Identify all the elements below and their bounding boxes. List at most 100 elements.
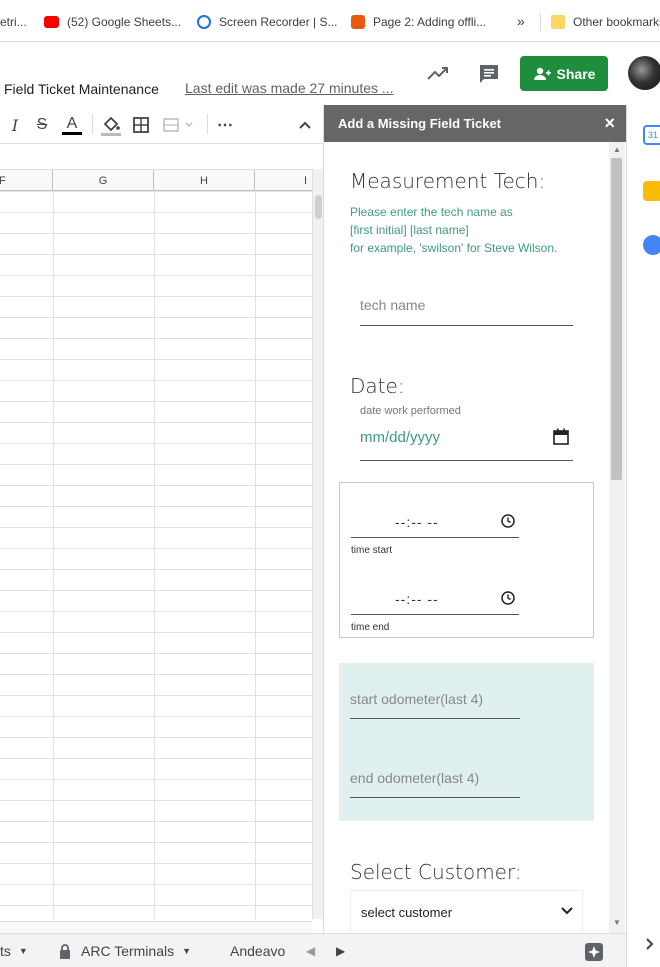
time-start-value: --:-- -- <box>395 514 439 530</box>
folder-icon <box>551 15 565 29</box>
time-end-value: --:-- -- <box>395 591 439 607</box>
divider <box>540 13 541 31</box>
strikethrough-button[interactable]: S <box>32 114 52 136</box>
bookmark-label: Screen Recorder | S... <box>219 15 338 29</box>
chevron-right-icon[interactable] <box>645 937 655 951</box>
add-person-icon <box>533 67 551 80</box>
merge-cells-icon[interactable] <box>162 114 196 136</box>
scroll-tabs-right-icon[interactable]: ▶ <box>336 934 345 967</box>
calendar-app-icon[interactable]: 31 <box>643 125 660 145</box>
add-field-ticket-sidebar: Add a Missing Field Ticket × Measurement… <box>323 105 627 933</box>
time-end-input[interactable]: --:-- -- <box>351 580 519 615</box>
help-text: for example, 'swilson' for Steve Wilson. <box>350 241 558 255</box>
keep-app-icon[interactable] <box>643 181 660 201</box>
more-bookmarks-button[interactable]: » <box>517 12 525 30</box>
document-title[interactable]: Field Ticket Maintenance <box>4 81 159 97</box>
sheet-tab[interactable]: ts ▼ <box>0 934 28 967</box>
spreadsheet-grid[interactable]: F G H I <box>0 169 312 919</box>
column-header-h[interactable]: H <box>154 170 255 192</box>
explore-icon[interactable] <box>585 943 603 961</box>
caret-down-icon: ▼ <box>18 946 28 956</box>
grid-horizontal-scrollbar[interactable] <box>0 921 312 933</box>
date-label: date work performed <box>360 405 461 417</box>
share-label: Share <box>556 65 596 82</box>
start-odometer-input[interactable]: start odometer(last 4) <box>350 683 520 719</box>
sheet-tab-label: ARC Terminals <box>81 943 175 959</box>
scrollbar-thumb[interactable] <box>611 158 622 480</box>
text-color-button[interactable]: A <box>61 114 83 136</box>
customer-select[interactable]: select customer <box>350 890 583 932</box>
column-header-f[interactable]: F <box>0 170 53 192</box>
bookmark-label: Other bookmarks <box>573 15 660 29</box>
other-bookmarks-folder[interactable]: Other bookmarks <box>551 13 660 31</box>
bookmark-item[interactable]: etri... <box>0 13 27 31</box>
grid-vertical-scrollbar[interactable] <box>312 169 323 919</box>
scroll-tabs-left-icon[interactable]: ◀ <box>306 934 315 967</box>
end-odometer-input[interactable]: end odometer(last 4) <box>350 762 520 798</box>
tech-name-input[interactable]: tech name <box>360 291 573 326</box>
time-range-group: --:-- -- time start --:-- -- time end <box>339 482 594 638</box>
lock-icon <box>60 943 70 959</box>
clock-icon[interactable] <box>501 591 515 605</box>
bookmark-item-page-2[interactable]: Page 2: Adding offli... <box>351 13 486 31</box>
odometer-group: start odometer(last 4) end odometer(last… <box>339 663 594 821</box>
scroll-down-icon[interactable]: ▼ <box>613 918 621 927</box>
sidebar-scrollbar[interactable]: ▲ ▼ <box>609 142 625 933</box>
bookmark-label: etri... <box>0 15 27 29</box>
gridline <box>53 191 54 919</box>
gridline <box>255 191 256 919</box>
sheet-tabs-bar: ts ▼ ARC Terminals ▼ Andeavo ◀ ▶ <box>0 933 626 967</box>
divider <box>207 114 208 134</box>
time-start-label: time start <box>351 545 393 556</box>
date-input[interactable]: mm/dd/yyyy <box>360 421 573 461</box>
text-color-swatch <box>62 131 82 135</box>
column-header-i[interactable]: I <box>255 170 312 192</box>
chevron-up-icon[interactable] <box>297 114 313 136</box>
time-start-input[interactable]: --:-- -- <box>351 503 519 538</box>
share-button[interactable]: Share <box>520 56 608 91</box>
youtube-icon <box>44 16 59 28</box>
close-icon[interactable]: × <box>604 114 615 132</box>
comment-icon[interactable] <box>477 62 501 86</box>
trending-up-icon[interactable] <box>426 62 450 86</box>
column-headers: F G H I <box>0 169 312 192</box>
customer-select-value: select customer <box>361 905 453 920</box>
scroll-up-icon[interactable]: ▲ <box>613 145 621 154</box>
sidebar-header: Add a Missing Field Ticket × <box>324 105 627 142</box>
borders-icon[interactable] <box>132 114 150 136</box>
select-customer-heading: Select Customer: <box>350 860 522 884</box>
side-panel-strip: 31 <box>626 105 660 967</box>
last-edit-link[interactable]: Last edit was made 27 minutes ... <box>185 80 394 96</box>
help-text: [first initial] [last name] <box>350 223 469 237</box>
italic-button[interactable]: I <box>5 114 25 136</box>
avatar[interactable] <box>628 56 660 90</box>
tasks-app-icon[interactable] <box>643 235 660 255</box>
gridline <box>154 191 155 919</box>
formatting-toolbar: I S A ⋯ <box>0 106 323 144</box>
scrollbar-thumb[interactable] <box>315 195 322 219</box>
calendar-icon[interactable] <box>553 428 569 445</box>
sheet-tab-label: ts <box>0 943 11 959</box>
bookmark-label: (52) Google Sheets... <box>67 15 182 29</box>
help-text: Please enter the tech name as <box>350 205 513 219</box>
sidebar-title: Add a Missing Field Ticket <box>338 116 502 131</box>
time-end-label: time end <box>351 622 390 633</box>
bookmarks-bar: etri... (52) Google Sheets... Screen Rec… <box>0 0 660 42</box>
fill-color-icon[interactable] <box>100 114 122 136</box>
record-icon <box>197 15 211 29</box>
bookmark-item-screen-recorder[interactable]: Screen Recorder | S... <box>197 13 338 31</box>
column-header-g[interactable]: G <box>53 170 154 192</box>
date-value: mm/dd/yyyy <box>360 429 441 446</box>
bookmark-item-google-sheets[interactable]: (52) Google Sheets... <box>44 13 181 31</box>
divider <box>92 114 93 134</box>
more-options-button[interactable]: ⋯ <box>215 114 235 136</box>
sheet-tab[interactable]: Andeavo <box>230 934 285 967</box>
grid-rows[interactable] <box>0 191 312 919</box>
bookmark-label: Page 2: Adding offli... <box>373 15 487 29</box>
sheet-tab-arc-terminals[interactable]: ARC Terminals ▼ <box>59 934 191 967</box>
text-color-icon: A <box>66 114 78 132</box>
sheet-tab-label: Andeavo <box>230 943 286 959</box>
caret-down-icon: ▼ <box>182 946 192 956</box>
cb-icon <box>351 15 365 29</box>
clock-icon[interactable] <box>501 514 515 528</box>
